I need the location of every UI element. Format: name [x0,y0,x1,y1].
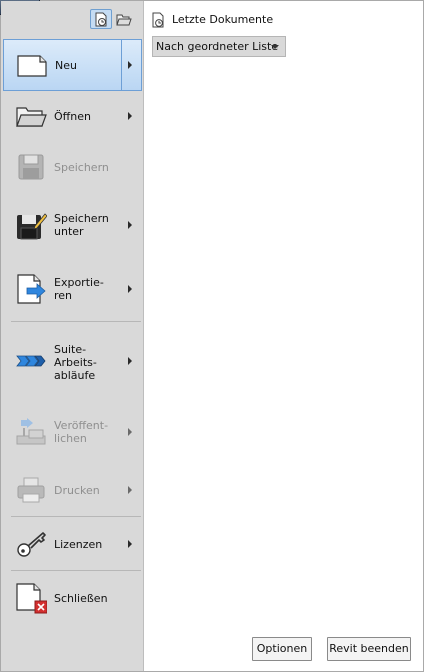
menu-item-label: Speichern [54,160,109,174]
chevron-right-icon [128,357,132,365]
chevron-right-icon [128,221,132,229]
chevron-right-icon [128,285,132,293]
options-button[interactable]: Optionen [252,637,312,661]
menu-item-label: Neu [55,58,77,72]
recent-documents-icon [95,12,107,27]
chevron-right-icon [128,540,132,548]
application-menu: Neu Öffnen Speichern Speichern unter Exp… [1,1,144,671]
label-line: Arbeits- [54,356,97,369]
sort-order-value: Nach geordneter Liste [156,40,279,53]
label-line: Exportie- [54,276,104,289]
menu-item-label: Exportie- ren [54,276,104,302]
label-line: unter [54,225,84,238]
exit-revit-button[interactable]: Revit beenden [327,637,411,661]
chevron-right-icon [128,61,132,69]
menu-item-speichern[interactable]: Speichern [3,141,142,193]
label-line: Veröffent- [54,419,109,432]
chevron-down-icon [271,45,279,49]
sort-order-dropdown[interactable]: Nach geordneter Liste [152,36,286,57]
recent-documents-toggle[interactable] [90,9,112,29]
recent-documents-icon [152,12,164,28]
label-line: lichen [54,432,87,445]
print-icon [15,474,47,506]
license-key-icon [15,528,47,560]
menu-item-suite-arbeitsablaeufe[interactable]: Suite- Arbeits- abläufe [3,335,142,387]
menu-item-neu[interactable]: Neu [3,39,142,91]
open-folder-icon [15,100,47,132]
menu-item-label: Öffnen [54,109,91,123]
menu-item-speichern-unter[interactable]: Speichern unter [3,199,142,251]
menu-divider [11,516,141,517]
menu-item-exportieren[interactable]: Exportie- ren [3,263,142,315]
publish-icon [15,416,47,448]
label-line: abläufe [54,369,96,382]
recent-documents-title: Letzte Dokumente [172,13,274,26]
chevron-right-icon [128,486,132,494]
menu-item-label: Speichern unter [54,212,109,238]
menu-item-veroeffentlichen[interactable]: Veröffent- lichen [3,406,142,458]
menu-item-label: Suite- Arbeits- abläufe [54,343,97,382]
menu-item-label: Veröffent- lichen [54,419,108,445]
new-document-icon [16,49,48,81]
menu-item-label: Schließen [54,591,108,605]
save-icon [15,151,47,183]
label-line: Suite- [54,343,87,356]
menu-item-lizenzen[interactable]: Lizenzen [3,518,142,570]
label-line: Speichern [54,212,109,225]
chevron-right-icon [128,112,132,120]
export-icon [15,273,47,305]
close-document-icon [15,582,47,614]
menu-item-schliessen[interactable]: Schließen [3,572,142,624]
menu-item-label: Lizenzen [54,537,103,551]
menu-divider [11,321,141,322]
open-documents-toggle[interactable] [112,9,134,29]
menu-item-oeffnen[interactable]: Öffnen [3,90,142,142]
open-documents-icon [116,14,132,26]
suite-workflows-icon [15,345,47,377]
menu-item-drucken[interactable]: Drucken [3,464,142,516]
label-line: ren [54,289,73,302]
save-as-icon [15,209,47,241]
menu-item-label: Drucken [54,483,100,497]
chevron-right-icon [128,428,132,436]
menu-divider [11,570,141,571]
